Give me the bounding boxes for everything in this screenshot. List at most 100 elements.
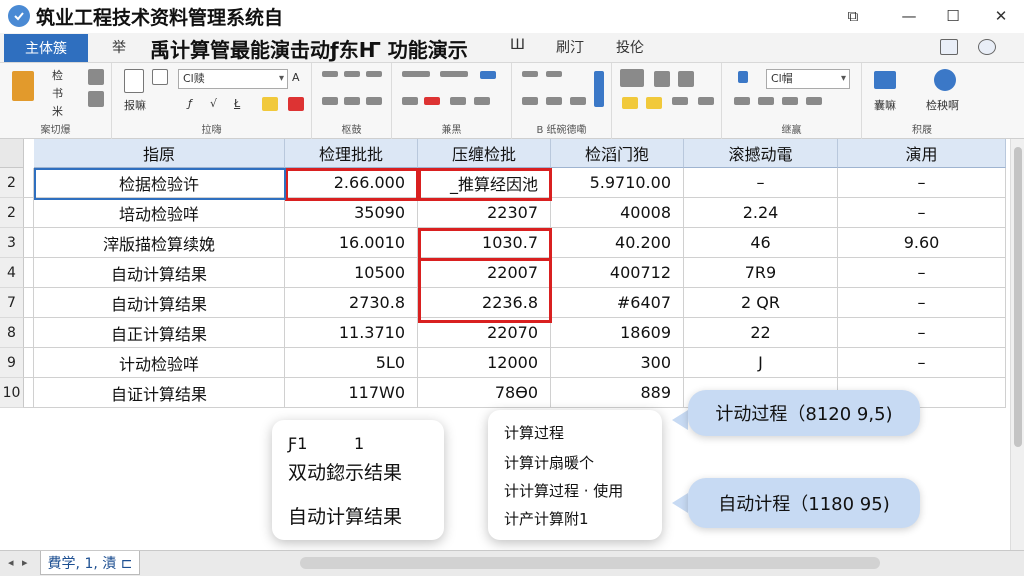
table-cell[interactable]: 11.3710 xyxy=(285,318,418,348)
ribbon-item-1[interactable]: 检 xyxy=(52,67,63,83)
number-format-icon[interactable] xyxy=(522,71,538,77)
sheet-next-icon[interactable]: ▸ xyxy=(22,556,28,569)
sheet-prev-icon[interactable]: ◂ xyxy=(8,556,14,569)
table-cell[interactable]: 10500 xyxy=(285,258,418,288)
table-cell[interactable]: 1030.7 xyxy=(418,228,551,258)
row-number[interactable]: 2 xyxy=(0,198,24,228)
table-cell[interactable]: 35090 xyxy=(285,198,418,228)
table-cell[interactable]: 22 xyxy=(684,318,838,348)
row-number[interactable]: 3 xyxy=(0,228,24,258)
sheet-tab[interactable]: 費学, 1, 漬 ⊏ xyxy=(40,551,140,575)
copy-icon[interactable] xyxy=(88,69,104,85)
ribbon-item-2[interactable]: 书 xyxy=(52,85,63,101)
row-number[interactable]: 9 xyxy=(0,348,24,378)
row-number[interactable]: 4 xyxy=(0,258,24,288)
table-cell[interactable]: 计动检验咩 xyxy=(34,348,285,378)
restore-layout-icon[interactable]: ⧉ xyxy=(830,0,876,32)
table-cell[interactable]: – xyxy=(838,168,1006,198)
table-cell[interactable]: 22307 xyxy=(418,198,551,228)
table-cell[interactable]: 7R9 xyxy=(684,258,838,288)
table-cell[interactable]: _推算经因池 xyxy=(418,168,551,198)
table-cell[interactable]: 5L0 xyxy=(285,348,418,378)
vertical-scroll-thumb[interactable] xyxy=(1014,147,1022,447)
border-icon[interactable] xyxy=(402,71,430,77)
row-number[interactable]: 7 xyxy=(0,288,24,318)
table-cell[interactable]: – xyxy=(838,258,1006,288)
table-cell[interactable]: 5.9710.00 xyxy=(551,168,684,198)
ribbon-item-report[interactable]: 报嘛 xyxy=(124,97,146,113)
tab-main[interactable]: 主体簇 xyxy=(4,34,88,62)
table-cell[interactable]: 889 xyxy=(551,378,684,408)
comma-icon[interactable] xyxy=(546,97,562,105)
clear-icon[interactable] xyxy=(672,97,688,105)
format-cells-icon[interactable] xyxy=(678,71,694,87)
merge-icon[interactable] xyxy=(440,71,468,77)
table-cell[interactable]: – xyxy=(838,318,1006,348)
table-cell[interactable]: 22007 xyxy=(418,258,551,288)
fill-color-icon[interactable] xyxy=(262,97,278,111)
tab-3[interactable]: 刷汀 xyxy=(556,37,584,57)
table-cell[interactable]: #6407 xyxy=(551,288,684,318)
insert-cells-icon[interactable] xyxy=(620,69,644,87)
table-cell[interactable]: 自动计算结果 xyxy=(34,288,285,318)
table-cell[interactable]: 培动检验咩 xyxy=(34,198,285,228)
table-cell[interactable]: 117W0 xyxy=(285,378,418,408)
indent-icon[interactable] xyxy=(450,97,466,105)
column-header[interactable]: 滚撼动電 xyxy=(684,139,838,168)
currency-icon[interactable] xyxy=(570,97,586,105)
decimal-icon[interactable] xyxy=(522,97,538,105)
table-cell[interactable]: 2 QR xyxy=(684,288,838,318)
close-button[interactable]: ✕ xyxy=(978,0,1024,32)
row-number[interactable]: 10 xyxy=(0,378,24,408)
underline-button[interactable]: Ł xyxy=(234,97,240,110)
outdent-icon[interactable] xyxy=(474,97,490,105)
align-right-icon[interactable] xyxy=(366,97,382,105)
highlight2-icon[interactable] xyxy=(646,97,662,109)
table-cell[interactable]: 2.24 xyxy=(684,198,838,228)
list-icon[interactable] xyxy=(758,97,774,105)
check-button[interactable]: √ xyxy=(210,97,217,110)
monitor-icon[interactable] xyxy=(940,39,958,55)
align-bottom-icon[interactable] xyxy=(366,71,382,77)
paste-icon[interactable] xyxy=(12,71,34,101)
highlight-icon[interactable] xyxy=(622,97,638,109)
table-cell[interactable]: 46 xyxy=(684,228,838,258)
table-cell[interactable]: J xyxy=(684,348,838,378)
view-icon[interactable] xyxy=(874,71,896,89)
table-cell[interactable]: 40.200 xyxy=(551,228,684,258)
tab-2[interactable]: Ш xyxy=(510,37,525,53)
table-cell[interactable]: – xyxy=(838,348,1006,378)
table-cell[interactable]: – xyxy=(684,168,838,198)
delete-cells-icon[interactable] xyxy=(654,71,670,87)
table-cell[interactable]: 2730.8 xyxy=(285,288,418,318)
align-left-icon[interactable] xyxy=(322,97,338,105)
table-cell[interactable]: 78Ɵ0 xyxy=(418,378,551,408)
table-cell[interactable]: 检据检验许 xyxy=(34,168,285,198)
table-cell[interactable]: – xyxy=(838,198,1006,228)
table-cell[interactable]: 22070 xyxy=(418,318,551,348)
ribbon-item-3[interactable]: 米 xyxy=(52,103,63,119)
table-cell[interactable]: 400712 xyxy=(551,258,684,288)
play-icon[interactable] xyxy=(738,71,748,83)
settings-icon[interactable] xyxy=(978,39,996,55)
ribbon-item-check[interactable]: 检秧啊 xyxy=(926,97,959,113)
table-cell[interactable]: 自动计算结果 xyxy=(34,258,285,288)
text-icon[interactable] xyxy=(402,97,418,105)
horizontal-scrollbar[interactable] xyxy=(300,557,880,569)
table-cell[interactable]: 自证计算结果 xyxy=(34,378,285,408)
percent-icon[interactable] xyxy=(546,71,562,77)
table-cell[interactable]: 9.60 xyxy=(838,228,1006,258)
select-all-corner[interactable] xyxy=(0,139,24,168)
column-header[interactable]: 检滔门狍 xyxy=(551,139,684,168)
color-a-icon[interactable] xyxy=(424,97,440,105)
row-number[interactable]: 8 xyxy=(0,318,24,348)
font-color-icon[interactable] xyxy=(288,97,304,111)
italic-button[interactable]: ƒ xyxy=(188,97,192,110)
tab-4[interactable]: 投伦 xyxy=(616,37,644,57)
grid-icon[interactable] xyxy=(806,97,822,105)
column-header[interactable]: 演用 xyxy=(838,139,1006,168)
align-center-icon[interactable] xyxy=(344,97,360,105)
outline-icon[interactable] xyxy=(782,97,798,105)
table-cell[interactable]: 18609 xyxy=(551,318,684,348)
align-top-icon[interactable] xyxy=(322,71,338,77)
